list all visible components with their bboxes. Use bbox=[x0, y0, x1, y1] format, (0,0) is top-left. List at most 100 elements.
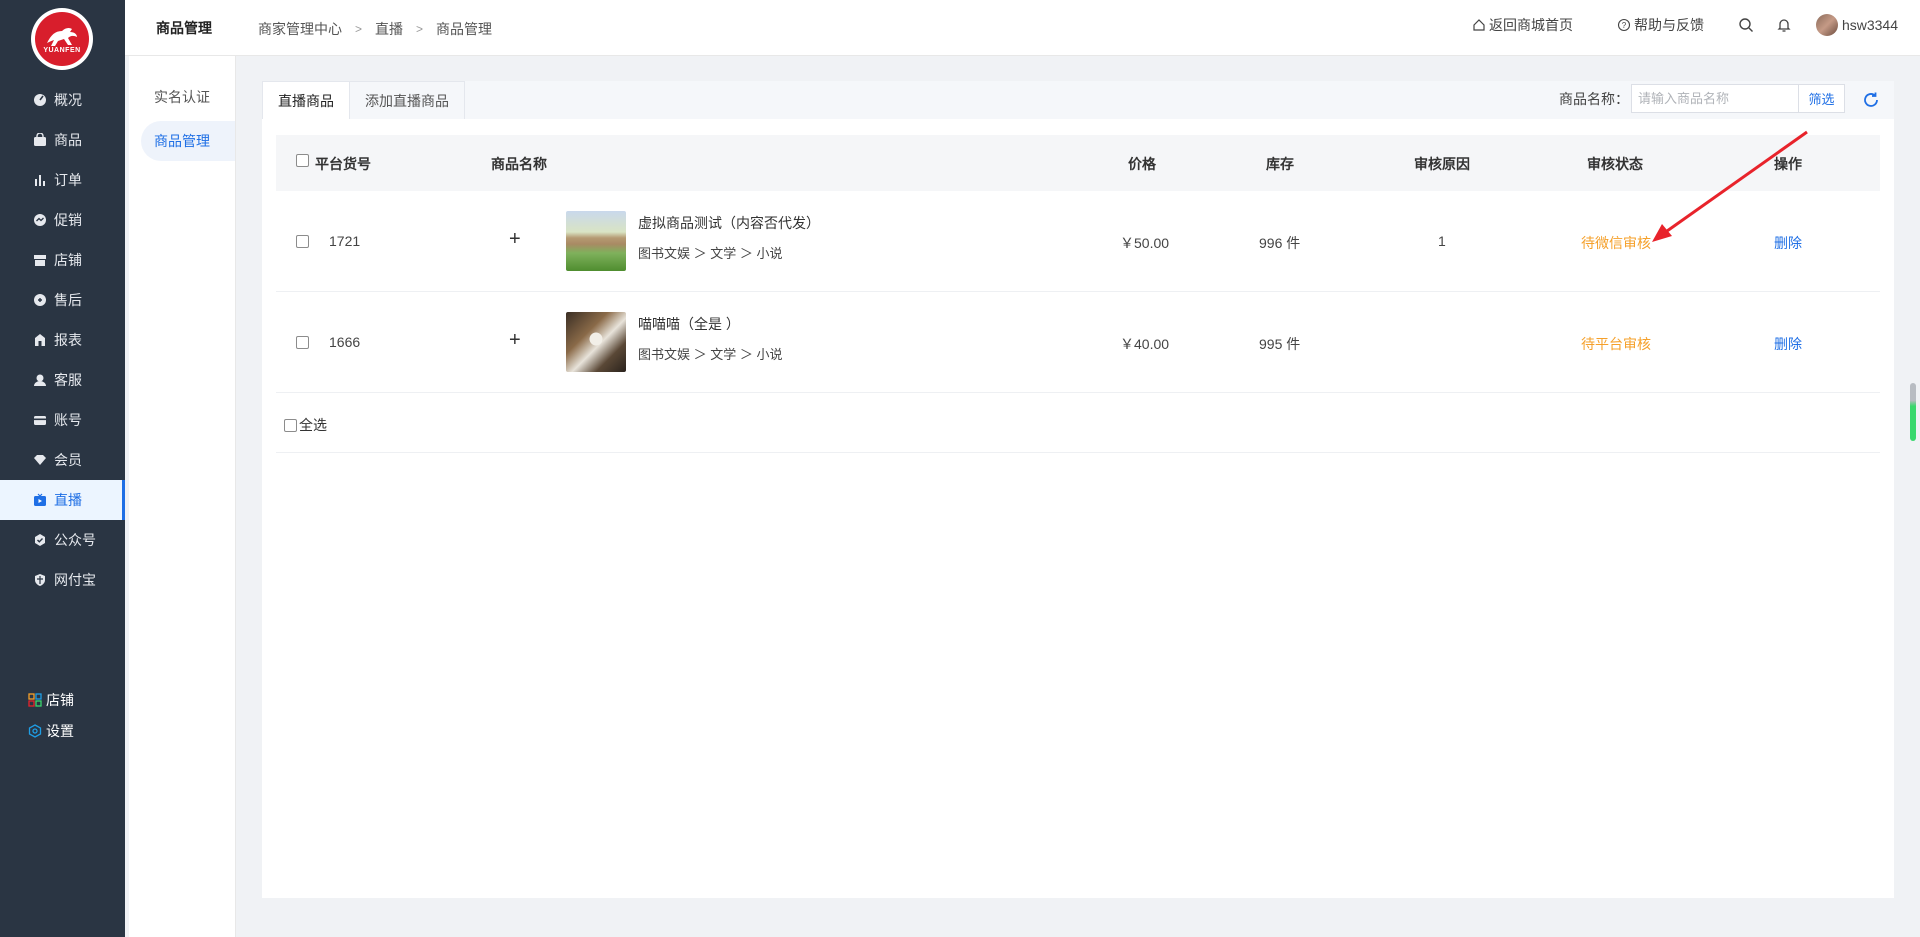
product-thumbnail bbox=[566, 211, 626, 271]
header-actions: 返回商城首页 ? 帮助与反馈 hsw3344 bbox=[1428, 14, 1898, 36]
back-home-label: 返回商城首页 bbox=[1488, 17, 1573, 33]
page-scrollbar[interactable] bbox=[1910, 383, 1916, 441]
bar-chart-icon bbox=[33, 173, 47, 187]
expand-plus-icon[interactable]: + bbox=[509, 228, 521, 251]
sidebar-item-report[interactable]: 报表 bbox=[0, 320, 125, 360]
main-panel: 直播商品 添加直播商品 商品名称： 筛选 平台货号 商品名称 价格 库存 审核原… bbox=[262, 81, 1894, 898]
reason-cell: 1 bbox=[1438, 233, 1446, 249]
sidebar-item-overview[interactable]: 概况 bbox=[0, 80, 125, 120]
sku-cell: 1666 bbox=[329, 334, 361, 350]
question-circle-icon: ? bbox=[1617, 18, 1631, 32]
price-cell: ￥50.00 bbox=[1120, 235, 1170, 251]
product-info: 喵喵喵（全是 ） 图书文娱 ＞ 文学 ＞ 小说 bbox=[638, 314, 782, 363]
header-checkbox-cell bbox=[296, 154, 309, 170]
select-all-checkbox[interactable] bbox=[284, 418, 297, 432]
customer-service-icon bbox=[33, 373, 47, 387]
diamond-icon bbox=[33, 453, 47, 467]
row-checkbox[interactable] bbox=[296, 235, 309, 248]
bottom-link-settings[interactable]: 设置 bbox=[28, 715, 74, 746]
sidebar-item-member[interactable]: 会员 bbox=[0, 440, 125, 480]
status-badge: 待平台审核 bbox=[1581, 336, 1651, 352]
select-all-label: 全选 bbox=[299, 417, 327, 433]
table-row: 1721 + 虚拟商品测试（内容否代发） 图书文娱 ＞ 文学 ＞ 小说 ￥50.… bbox=[276, 191, 1880, 292]
logo-text: YUANFEN bbox=[43, 46, 81, 54]
sidebar-item-label: 促销 bbox=[54, 212, 82, 228]
column-header-reason: 审核原因 bbox=[1414, 156, 1470, 172]
product-name[interactable]: 虚拟商品测试（内容否代发） bbox=[638, 213, 820, 233]
sidebar-item-after-sales[interactable]: 售后 bbox=[0, 280, 125, 320]
breadcrumb: 商家管理中心 > 直播 > 商品管理 bbox=[258, 19, 492, 39]
card-icon bbox=[33, 413, 47, 427]
row-checkbox[interactable] bbox=[296, 336, 309, 349]
sidebar-item-wangfubao[interactable]: 网付宝 bbox=[0, 560, 125, 600]
sidebar-item-orders[interactable]: 订单 bbox=[0, 160, 125, 200]
bag-icon bbox=[33, 133, 47, 147]
sidebar-item-label: 公众号 bbox=[54, 532, 96, 548]
filter-bar: 商品名称： 筛选 bbox=[1559, 84, 1845, 113]
table-footer: 全选 bbox=[276, 393, 1880, 453]
help-feedback-label: 帮助与反馈 bbox=[1633, 17, 1704, 33]
submenu-item-goods-management[interactable]: 商品管理 bbox=[141, 121, 235, 161]
sidebar-item-promotion[interactable]: 促销 bbox=[0, 200, 125, 240]
sidebar-item-label: 账号 bbox=[54, 412, 82, 428]
select-all-control[interactable]: 全选 bbox=[284, 415, 327, 435]
delete-link[interactable]: 删除 bbox=[1774, 233, 1802, 253]
help-feedback-link[interactable]: ? 帮助与反馈 bbox=[1617, 15, 1704, 35]
expand-plus-icon[interactable]: + bbox=[509, 329, 521, 352]
brand-logo[interactable]: YUANFEN bbox=[31, 8, 93, 70]
goods-name-search-input[interactable] bbox=[1631, 84, 1799, 113]
delete-link[interactable]: 删除 bbox=[1774, 334, 1802, 354]
select-all-header-checkbox[interactable] bbox=[296, 154, 309, 167]
svg-text:?: ? bbox=[1622, 21, 1627, 30]
sidebar-item-account[interactable]: 账号 bbox=[0, 400, 125, 440]
column-header-sku: 平台货号 bbox=[315, 156, 371, 172]
sidebar-item-label: 直播 bbox=[54, 492, 82, 508]
column-header-action: 操作 bbox=[1774, 156, 1802, 172]
breadcrumb-item[interactable]: 商家管理中心 bbox=[258, 19, 342, 39]
search-icon[interactable] bbox=[1738, 17, 1754, 33]
check-badge-icon bbox=[33, 533, 47, 547]
sidebar-item-store[interactable]: 店铺 bbox=[0, 240, 125, 280]
stock-cell: 995 件 bbox=[1259, 336, 1301, 352]
sidebar-item-customer-service[interactable]: 客服 bbox=[0, 360, 125, 400]
product-category: 图书文娱 ＞ 文学 ＞ 小说 bbox=[638, 347, 783, 362]
sidebar-item-label: 订单 bbox=[54, 172, 82, 188]
tab-live-goods[interactable]: 直播商品 bbox=[262, 81, 350, 119]
sidebar-item-goods[interactable]: 商品 bbox=[0, 120, 125, 160]
sidebar-bottom-links: 店铺 设置 bbox=[28, 684, 74, 746]
after-sales-icon bbox=[33, 293, 47, 307]
avatar bbox=[1815, 14, 1838, 36]
submenu-item-real-name[interactable]: 实名认证 bbox=[129, 77, 235, 117]
page-title: 商品管理 bbox=[156, 20, 212, 36]
back-home-link[interactable]: 返回商城首页 bbox=[1472, 15, 1573, 35]
table-row: 1666 + 喵喵喵（全是 ） 图书文娱 ＞ 文学 ＞ 小说 ￥40.00 99… bbox=[276, 292, 1880, 393]
product-name[interactable]: 喵喵喵（全是 ） bbox=[638, 314, 782, 334]
sidebar-item-label: 店铺 bbox=[54, 252, 82, 268]
sidebar-item-label: 会员 bbox=[54, 452, 82, 468]
bottom-link-label: 设置 bbox=[46, 722, 74, 739]
bottom-link-store[interactable]: 店铺 bbox=[28, 684, 74, 715]
column-header-name: 商品名称 bbox=[491, 156, 547, 172]
sidebar-item-live[interactable]: 直播 bbox=[0, 480, 125, 520]
user-menu[interactable]: hsw3344 bbox=[1815, 14, 1898, 36]
row-checkbox-cell bbox=[296, 336, 309, 352]
logo-badge: YUANFEN bbox=[35, 12, 89, 66]
bell-icon[interactable] bbox=[1776, 17, 1792, 33]
live-tv-icon bbox=[33, 493, 47, 507]
sidebar-item-official-account[interactable]: 公众号 bbox=[0, 520, 125, 560]
refresh-icon[interactable] bbox=[1861, 90, 1881, 110]
column-header-stock: 库存 bbox=[1266, 156, 1294, 172]
chevron-right-icon: > bbox=[416, 22, 424, 36]
tab-add-live-goods[interactable]: 添加直播商品 bbox=[349, 81, 465, 119]
username: hsw3344 bbox=[1841, 17, 1898, 33]
sidebar-item-label: 网付宝 bbox=[54, 572, 96, 588]
product-category: 图书文娱 ＞ 文学 ＞ 小说 bbox=[638, 246, 783, 261]
table-header: 平台货号 商品名称 价格 库存 审核原因 审核状态 操作 bbox=[276, 135, 1880, 191]
filter-button[interactable]: 筛选 bbox=[1799, 84, 1845, 113]
shield-icon bbox=[33, 573, 47, 587]
breadcrumb-item[interactable]: 直播 bbox=[375, 19, 403, 39]
hex-gear-icon bbox=[28, 723, 42, 738]
breadcrumb-item: 商品管理 bbox=[436, 21, 493, 37]
sidebar-nav: 概况 商品 订单 促销 店铺 售后 报表 客服 账号 会员 直播 公众号 网付宝 bbox=[0, 80, 125, 600]
price-cell: ￥40.00 bbox=[1120, 336, 1170, 352]
